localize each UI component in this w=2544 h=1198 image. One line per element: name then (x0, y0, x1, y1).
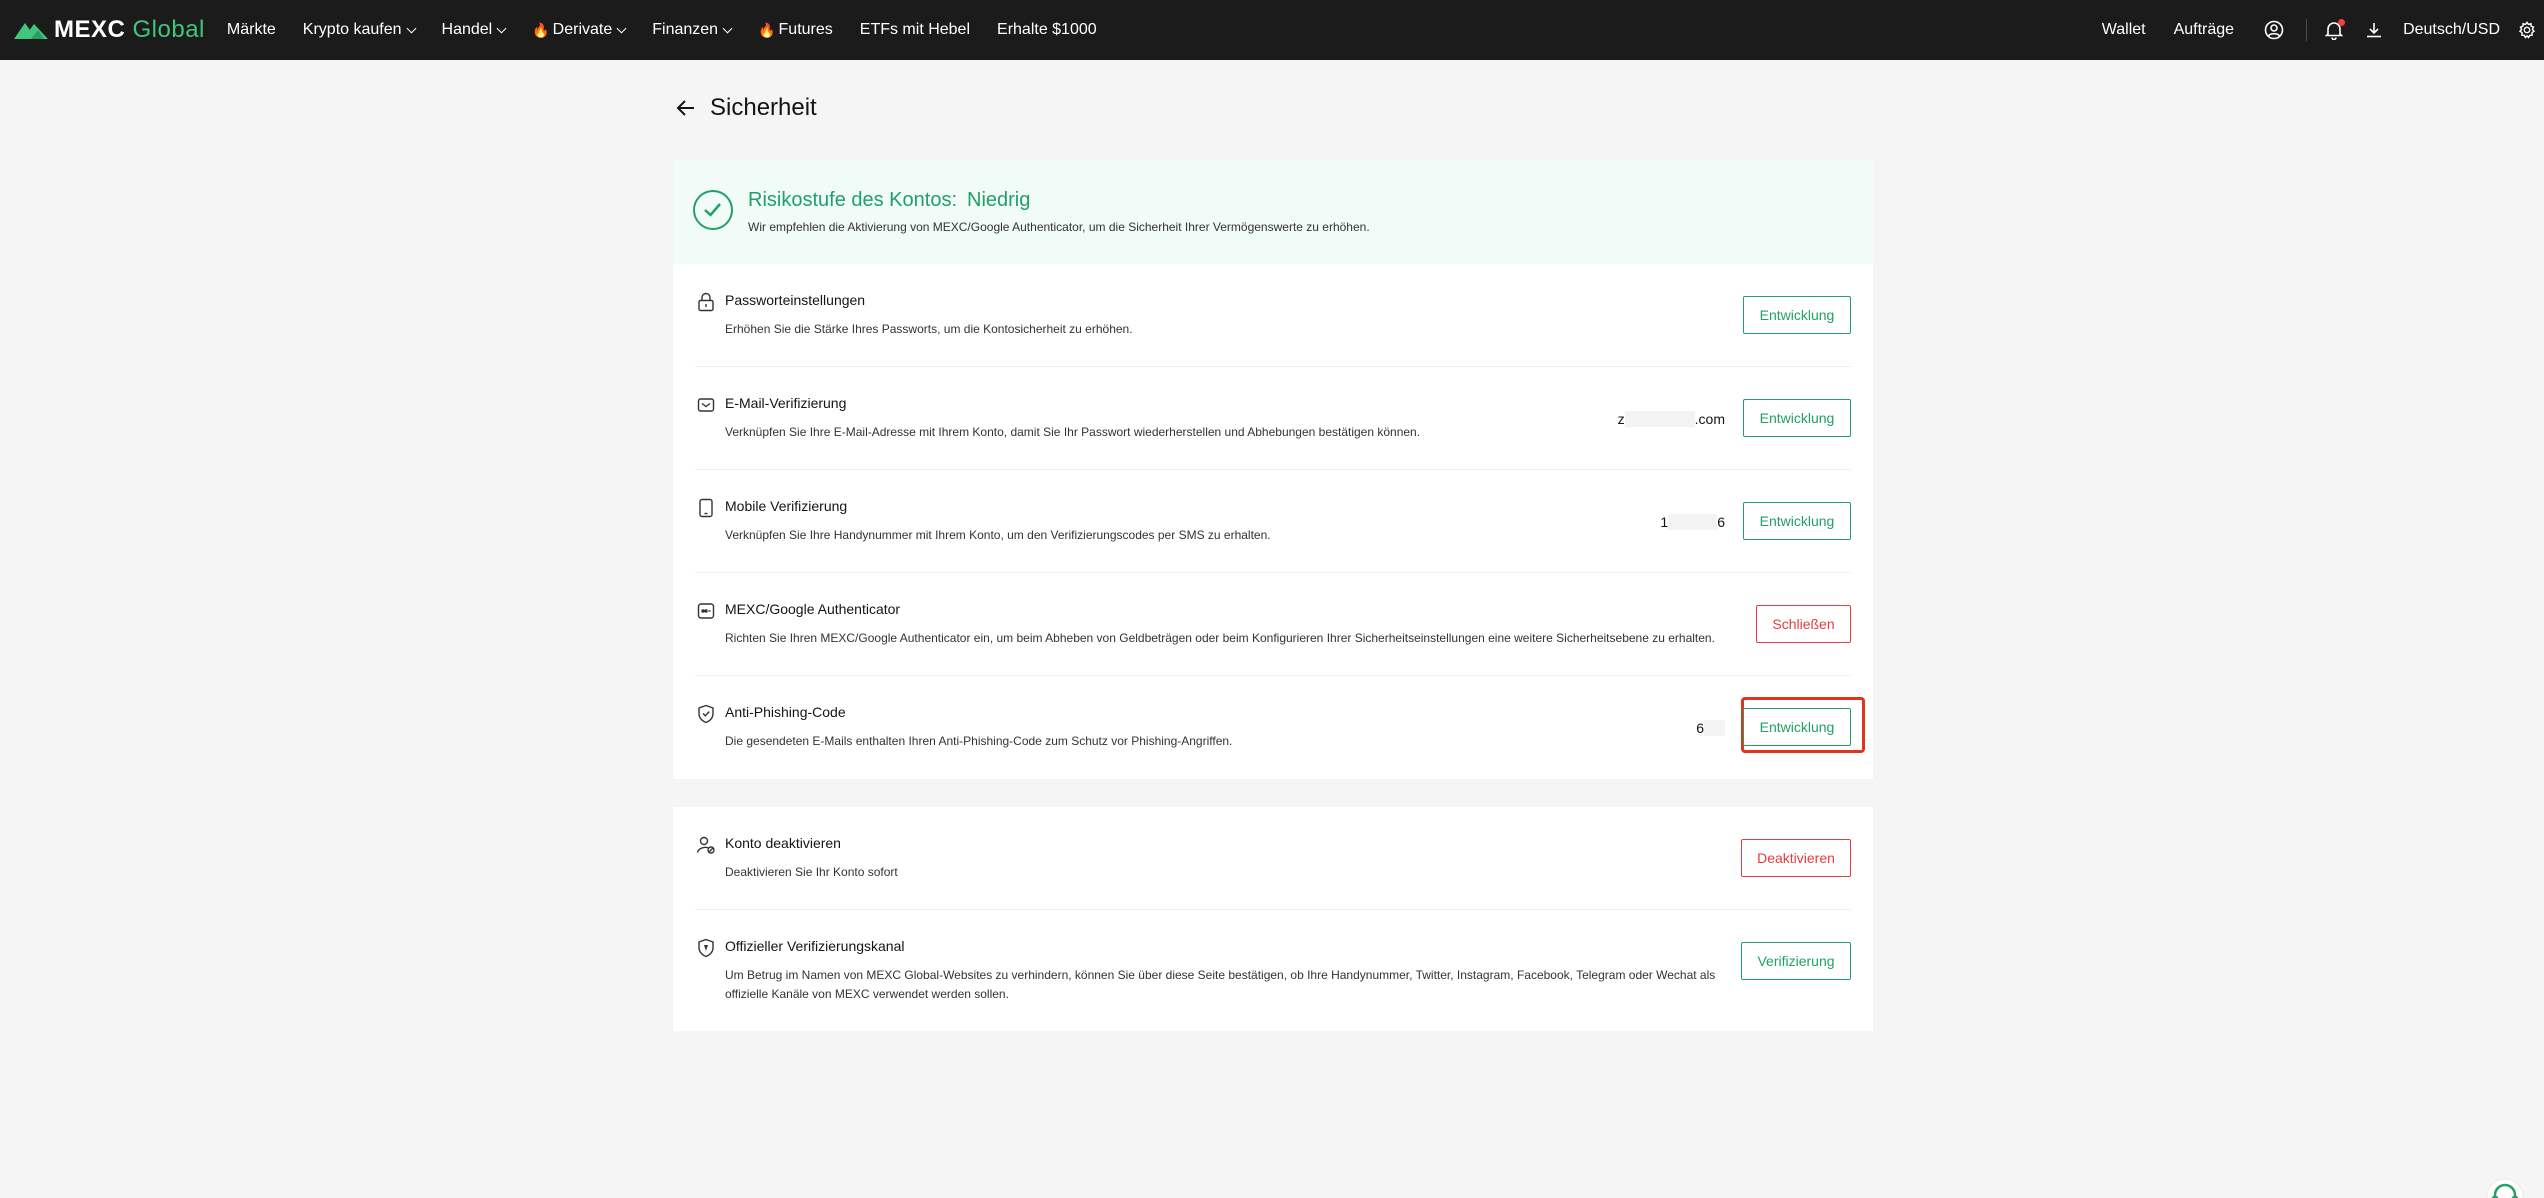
security-row-anti-phishing: Anti-Phishing-Code Die gesendeten E-Mail… (695, 676, 1865, 779)
user-circle-icon[interactable] (2264, 20, 2284, 40)
support-chat-icon[interactable] (2484, 1176, 2526, 1198)
verification-channel-button[interactable]: Verifizierung (1741, 942, 1851, 980)
risk-level-label: Risikostufe des Kontos: (748, 189, 957, 211)
security-row-mobile: Mobile Verifizierung Verknüpfen Sie Ihre… (695, 470, 1851, 573)
account-item-title: Offizieller Verifizierungskanal (725, 938, 905, 954)
nav-item-etfs-mit-hebel[interactable]: ETFs mit Hebel (860, 21, 970, 39)
mail-icon (695, 394, 717, 416)
mobile-verification-button[interactable]: Entwicklung (1743, 502, 1851, 540)
email-masked-value: zxxxxxxxxxx.com (1617, 411, 1725, 427)
nav-item-label: Krypto kaufen (302, 21, 402, 38)
security-item-description: Richten Sie Ihren MEXC/Google Authentica… (725, 631, 1715, 645)
logo-wordmark: MEXC Global (54, 16, 205, 43)
redacted-block: xxxxxxxxxx (1624, 411, 1695, 427)
nav-item-label: Handel (441, 21, 493, 38)
download-icon[interactable] (2365, 21, 2383, 39)
security-item-description: Die gesendeten E-Mails enthalten Ihren A… (725, 734, 1233, 748)
notification-dot (2338, 19, 2346, 26)
nav-right: Wallet Aufträge Deutsch/USD (2102, 0, 2544, 60)
security-item-title: Passworteinstellungen (725, 292, 866, 308)
bell-icon[interactable] (2325, 19, 2346, 40)
anti-phishing-button[interactable]: Entwicklung (1743, 708, 1851, 746)
authenticator-icon (695, 600, 717, 622)
redacted-block: xxxxxxx (1668, 514, 1718, 530)
lock-icon (695, 291, 717, 313)
security-row-authenticator: MEXC/Google Authenticator Richten Sie Ih… (695, 573, 1851, 676)
account-item-description: Um Betrug im Namen von MEXC Global-Websi… (725, 966, 1715, 1004)
flame-icon: 🔥 (532, 21, 550, 38)
risk-level-recommendation: Wir empfehlen die Aktivierung von MEXC/G… (748, 220, 1370, 234)
email-verification-button[interactable]: Entwicklung (1743, 399, 1851, 437)
shield-check-icon (695, 703, 717, 725)
page-header: Sicherheit (672, 90, 817, 126)
orders-link[interactable]: Aufträge (2174, 21, 2234, 39)
deactivate-account-button[interactable]: Deaktivieren (1741, 839, 1851, 877)
gear-icon[interactable] (2518, 21, 2536, 39)
chevron-down-icon (496, 23, 507, 33)
user-deactivate-icon (695, 834, 717, 856)
nav-item-label: Futures (778, 21, 833, 38)
nav-item-krypto-kaufen[interactable]: Krypto kaufen (302, 21, 416, 39)
redacted-block: xxx (1704, 720, 1725, 736)
risk-level-banner: Risikostufe des Kontos: Niedrig Wir empfe… (673, 160, 1873, 264)
nav-item-finanzen[interactable]: Finanzen (652, 21, 733, 39)
nav-item-label: Märkte (226, 21, 276, 38)
language-currency-selector[interactable]: Deutsch/USD (2403, 21, 2500, 39)
security-item-title: Anti-Phishing-Code (725, 704, 846, 720)
password-settings-button[interactable]: Entwicklung (1743, 296, 1851, 334)
security-item-description: Verknüpfen Sie Ihre E-Mail-Adresse mit I… (725, 425, 1421, 439)
nav-item-label: Derivate (552, 21, 613, 38)
mexc-mountain-icon (14, 23, 48, 39)
account-row-official-channel: Offizieller Verifizierungskanal Um Betru… (695, 910, 1851, 1031)
account-settings-card: Konto deaktivieren Deaktivieren Sie Ihr … (673, 807, 1873, 1031)
security-row-email: E-Mail-Verifizierung Verknüpfen Sie Ihre… (695, 367, 1851, 470)
chevron-down-icon (406, 23, 416, 33)
badge-shield-icon (695, 937, 717, 959)
back-arrow-icon[interactable] (672, 94, 700, 122)
nav-item-futures[interactable]: 🔥 Futures (758, 21, 833, 39)
account-item-description: Deaktivieren Sie Ihr Konto sofort (725, 865, 898, 879)
anti-phishing-masked-value: 6xxx (1696, 720, 1725, 736)
description-line: offizielle Kanäle von MEXC verwendet wer… (725, 987, 1009, 1001)
security-settings-card: Passworteinstellungen Erhöhen Sie die St… (673, 264, 1873, 779)
nav-item-handel[interactable]: Handel (441, 21, 507, 39)
mexc-logo[interactable]: MEXC Global (14, 0, 205, 60)
security-item-title: E-Mail-Verifizierung (725, 395, 847, 411)
security-item-description: Verknüpfen Sie Ihre Handynummer mit Ihre… (725, 528, 1271, 542)
nav-item-label: Erhalte $1000 (997, 21, 1097, 38)
risk-level-value: Niedrig (967, 189, 1031, 211)
nav-item-derivate[interactable]: 🔥 Derivate (532, 21, 627, 39)
phone-icon (695, 497, 717, 519)
nav-item-label: ETFs mit Hebel (859, 21, 971, 38)
account-row-deactivate: Konto deaktivieren Deaktivieren Sie Ihr … (695, 807, 1851, 910)
chevron-down-icon (616, 23, 627, 33)
risk-level-title: Risikostufe des Kontos: Niedrig (748, 189, 1030, 212)
security-row-password: Passworteinstellungen Erhöhen Sie die St… (695, 264, 1851, 367)
page-title: Sicherheit (710, 94, 817, 121)
security-item-title: MEXC/Google Authenticator (725, 601, 901, 617)
authenticator-close-button[interactable]: Schließen (1756, 605, 1851, 643)
check-circle-icon (693, 190, 733, 230)
chevron-down-icon (722, 23, 733, 33)
nav-item-label: Finanzen (652, 21, 719, 38)
security-item-description: Erhöhen Sie die Stärke Ihres Passworts, … (725, 322, 1133, 336)
description-line: Um Betrug im Namen von MEXC Global-Websi… (725, 968, 1716, 982)
nav-divider (2306, 19, 2308, 41)
nav-item-märkte[interactable]: Märkte (227, 21, 276, 39)
phone-masked-value: 1xxxxxxx6 (1660, 514, 1725, 530)
top-navbar: MEXC Global Märkte Krypto kaufen Handel 🔥 De… (0, 0, 2544, 60)
account-item-title: Konto deaktivieren (725, 835, 841, 851)
wallet-link[interactable]: Wallet (2102, 21, 2146, 39)
flame-icon: 🔥 (758, 21, 776, 38)
security-item-title: Mobile Verifizierung (725, 498, 848, 514)
main-menu: Märkte Krypto kaufen Handel 🔥 Derivate Finanz… (227, 0, 1124, 60)
nav-item-erhalte-1000[interactable]: Erhalte $1000 (997, 21, 1097, 39)
